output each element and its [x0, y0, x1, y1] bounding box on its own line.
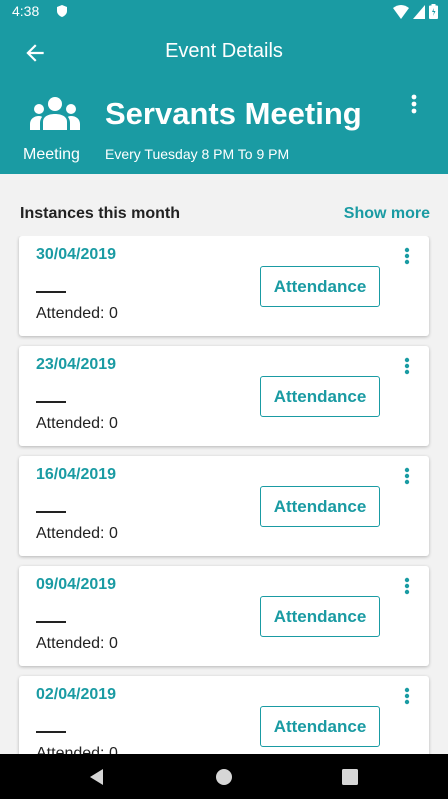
attended-count: Attended: 0 [36, 305, 118, 322]
attendance-button[interactable]: Attendance [260, 706, 380, 747]
nav-home-icon[interactable] [215, 768, 233, 786]
nav-back-icon[interactable] [88, 768, 106, 786]
attended-count: Attended: 0 [36, 635, 118, 652]
divider [36, 401, 66, 403]
instance-date: 16/04/2019 [36, 466, 117, 483]
show-more-link[interactable]: Show more [344, 205, 430, 223]
more-vert-icon[interactable] [408, 94, 420, 114]
instance-card: 30/04/2019 Attended: 0 Attendance [19, 236, 429, 336]
instances-list[interactable]: 30/04/2019 Attended: 0 Attendance 23/04/… [0, 236, 448, 754]
instance-date: 09/04/2019 [36, 576, 117, 593]
divider [36, 731, 66, 733]
event-schedule: Every Tuesday 8 PM To 9 PM [105, 146, 290, 162]
more-vert-icon[interactable] [403, 357, 411, 375]
attended-count: Attended: 0 [36, 525, 118, 542]
nav-recents-icon[interactable] [341, 768, 359, 786]
attendance-button[interactable]: Attendance [260, 266, 380, 307]
instance-date: 02/04/2019 [36, 686, 117, 703]
divider [36, 621, 66, 623]
system-nav-bar [0, 754, 448, 799]
shield-icon [57, 5, 67, 17]
more-vert-icon[interactable] [403, 467, 411, 485]
more-vert-icon[interactable] [403, 687, 411, 705]
page-title: Event Details [165, 40, 283, 62]
divider [36, 511, 66, 513]
status-time: 4:38 [12, 3, 40, 19]
app-bar: Event Details [0, 24, 448, 80]
instance-date: 30/04/2019 [36, 246, 117, 263]
attended-count: Attended: 0 [36, 745, 118, 754]
attended-count: Attended: 0 [36, 415, 118, 432]
people-icon [30, 97, 80, 130]
status-bar: 4:38 [0, 0, 448, 24]
signal-icon [413, 4, 425, 19]
divider [36, 291, 66, 293]
battery-icon [429, 4, 438, 19]
attendance-button[interactable]: Attendance [260, 596, 380, 637]
wifi-icon [393, 4, 409, 19]
event-name: Servants Meeting [105, 96, 362, 131]
system-icons [393, 4, 438, 19]
attendance-button[interactable]: Attendance [260, 376, 380, 417]
event-category: Meeting [23, 146, 80, 163]
more-vert-icon[interactable] [403, 577, 411, 595]
instance-card: 16/04/2019 Attended: 0 Attendance [19, 456, 429, 556]
instance-card: 09/04/2019 Attended: 0 Attendance [19, 566, 429, 666]
instance-card: 02/04/2019 Attended: 0 Attendance [19, 676, 429, 754]
more-vert-icon[interactable] [403, 247, 411, 265]
instance-date: 23/04/2019 [36, 356, 117, 373]
section-title: Instances this month [20, 205, 181, 222]
event-header: Meeting Servants Meeting Every Tuesday 8… [0, 80, 448, 174]
attendance-button[interactable]: Attendance [260, 486, 380, 527]
instance-card: 23/04/2019 Attended: 0 Attendance [19, 346, 429, 446]
